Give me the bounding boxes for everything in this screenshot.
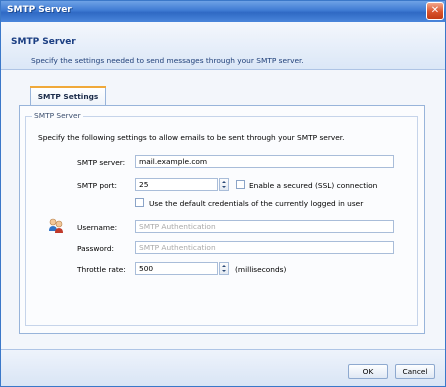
window-title: SMTP Server bbox=[7, 5, 72, 15]
throttle-rate-input[interactable]: 500 bbox=[135, 262, 218, 275]
username-input[interactable]: SMTP Authentication bbox=[135, 220, 394, 233]
ssl-label: Enable a secured (SSL) connection bbox=[249, 181, 378, 190]
intro-text: Specify the following settings to allow … bbox=[38, 133, 345, 142]
dialog-header: SMTP Server Specify the settings needed … bbox=[1, 22, 445, 70]
ssl-checkbox[interactable] bbox=[236, 180, 245, 189]
smtp-server-input[interactable]: mail.example.com bbox=[135, 155, 394, 168]
tab-smtp-settings[interactable]: SMTP Settings bbox=[30, 87, 106, 105]
ok-button[interactable]: OK bbox=[348, 364, 388, 379]
tab-active-indicator bbox=[30, 86, 106, 88]
smtp-port-spinner[interactable] bbox=[219, 178, 229, 191]
header-subtitle: Specify the settings needed to send mess… bbox=[31, 56, 304, 65]
dialog-footer: OK Cancel bbox=[1, 350, 445, 386]
default-credentials-label: Use the default credentials of the curre… bbox=[149, 199, 364, 208]
throttle-rate-spinner[interactable] bbox=[219, 262, 229, 275]
title-bar[interactable]: SMTP Server ✕ bbox=[1, 1, 445, 22]
smtp-port-label: SMTP port: bbox=[77, 181, 118, 190]
header-title: SMTP Server bbox=[11, 37, 76, 47]
throttle-unit-label: (milliseconds) bbox=[235, 265, 287, 274]
password-label: Password: bbox=[77, 244, 115, 253]
smtp-port-input[interactable]: 25 bbox=[135, 178, 218, 191]
password-input[interactable]: SMTP Authentication bbox=[135, 241, 394, 254]
smtp-server-label: SMTP server: bbox=[77, 158, 126, 167]
username-label: Username: bbox=[77, 223, 118, 232]
smtp-server-dialog: SMTP Server ✕ SMTP Server Specify the se… bbox=[0, 0, 446, 387]
group-caption: SMTP Server bbox=[32, 111, 83, 120]
users-icon bbox=[49, 218, 63, 233]
close-button[interactable]: ✕ bbox=[426, 2, 444, 20]
throttle-rate-label: Throttle rate: bbox=[77, 265, 126, 274]
close-icon: ✕ bbox=[430, 5, 440, 16]
default-credentials-checkbox[interactable] bbox=[135, 198, 144, 207]
cancel-button[interactable]: Cancel bbox=[395, 364, 435, 379]
